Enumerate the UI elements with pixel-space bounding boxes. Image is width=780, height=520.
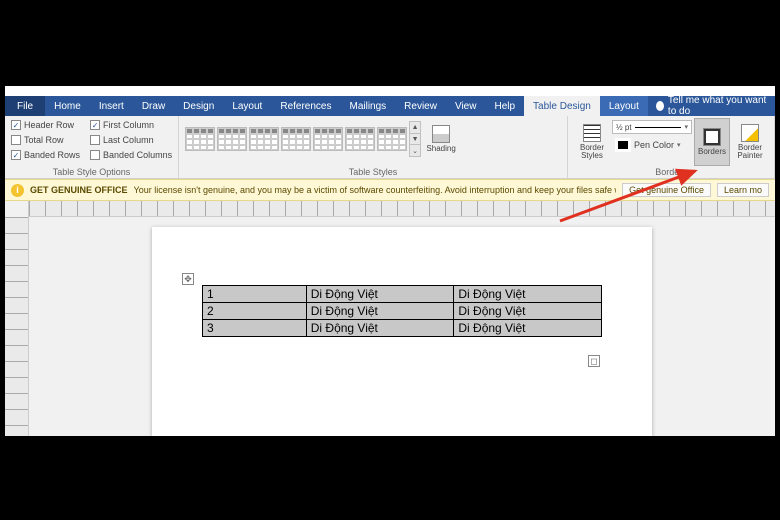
document-table[interactable]: 1 Di Động Việt Di Động Việt 2 Di Động Vi… (202, 285, 602, 337)
style-thumb[interactable] (185, 127, 215, 151)
shading-icon (432, 125, 450, 143)
ribbon: Header Row Total Row Banded Rows First C… (5, 116, 775, 179)
border-painter-icon (741, 124, 759, 142)
chk-banded-columns[interactable]: Banded Columns (90, 148, 172, 162)
style-thumb[interactable] (281, 127, 311, 151)
group-table-style-options: Header Row Total Row Banded Rows First C… (5, 116, 179, 178)
tab-file[interactable]: File (5, 96, 45, 116)
titlebar (5, 86, 775, 96)
table-row: 3 Di Động Việt Di Động Việt (203, 320, 602, 337)
chk-last-column[interactable]: Last Column (90, 133, 172, 147)
borders-button[interactable]: Borders (694, 118, 730, 166)
style-thumb[interactable] (345, 127, 375, 151)
tab-table-design[interactable]: Table Design (524, 96, 600, 116)
table-cell[interactable]: 2 (203, 303, 307, 320)
table-cell[interactable]: Di Động Việt (306, 286, 454, 303)
tab-context-layout[interactable]: Layout (600, 96, 648, 116)
table-row: 1 Di Động Việt Di Động Việt (203, 286, 602, 303)
ruler-bar (5, 201, 775, 217)
border-styles-icon (583, 124, 601, 142)
msg-title: GET GENUINE OFFICE (30, 185, 128, 195)
shading-button[interactable]: Shading (423, 115, 459, 163)
tab-draw[interactable]: Draw (133, 96, 174, 116)
table-cell[interactable]: Di Động Việt (306, 303, 454, 320)
msg-body: Your license isn't genuine, and you may … (134, 185, 617, 195)
tab-design[interactable]: Design (174, 96, 223, 116)
group-table-styles: ▲▼⌄ Shading Table Styles (179, 116, 568, 178)
chk-header-row[interactable]: Header Row (11, 118, 80, 132)
chk-banded-rows[interactable]: Banded Rows (11, 148, 80, 162)
table-cell[interactable]: Di Động Việt (454, 286, 602, 303)
tab-review[interactable]: Review (395, 96, 446, 116)
document-page[interactable]: ✥ 1 Di Động Việt Di Động Việt 2 Di Động … (152, 227, 652, 436)
tab-references[interactable]: References (271, 96, 340, 116)
pen-weight-select[interactable]: ½ pt▾ (612, 120, 692, 134)
table-cell[interactable]: 3 (203, 320, 307, 337)
vertical-ruler[interactable] (5, 217, 29, 436)
tab-mailings[interactable]: Mailings (340, 96, 395, 116)
tab-home[interactable]: Home (45, 96, 90, 116)
tell-me-label: Tell me what you want to do (668, 95, 767, 117)
horizontal-ruler[interactable] (29, 201, 775, 217)
table-cell[interactable]: 1 (203, 286, 307, 303)
word-window: File Home Insert Draw Design Layout Refe… (5, 86, 775, 436)
table-row: 2 Di Động Việt Di Động Việt (203, 303, 602, 320)
ribbon-tabs: File Home Insert Draw Design Layout Refe… (5, 96, 775, 116)
table-cell[interactable]: Di Động Việt (454, 320, 602, 337)
warning-icon: i (11, 184, 24, 197)
lightbulb-icon (656, 101, 664, 111)
table-cell[interactable]: Di Động Việt (306, 320, 454, 337)
learn-more-button[interactable]: Learn mo (717, 183, 769, 197)
style-thumb[interactable] (377, 127, 407, 151)
pen-color-button[interactable]: Pen Color▾ (612, 136, 692, 154)
tab-view[interactable]: View (446, 96, 486, 116)
tab-insert[interactable]: Insert (90, 96, 133, 116)
group-borders: Border Styles ½ pt▾ Pen Color▾ Borders B… (568, 116, 775, 178)
get-genuine-button[interactable]: Get genuine Office (622, 183, 711, 197)
style-thumb[interactable] (249, 127, 279, 151)
table-styles-gallery[interactable]: ▲▼⌄ Shading (185, 118, 561, 160)
chk-first-column[interactable]: First Column (90, 118, 172, 132)
borders-icon (703, 128, 721, 146)
group-label-borders: Borders (574, 167, 768, 178)
border-painter-button[interactable]: Border Painter (732, 118, 768, 166)
pen-color-swatch (618, 141, 628, 149)
table-move-handle[interactable]: ✥ (182, 273, 194, 285)
style-thumb[interactable] (313, 127, 343, 151)
message-bar: i GET GENUINE OFFICE Your license isn't … (5, 179, 775, 201)
style-thumb[interactable] (217, 127, 247, 151)
workspace: ✥ 1 Di Động Việt Di Động Việt 2 Di Động … (5, 217, 775, 436)
gallery-scroll[interactable]: ▲▼⌄ (409, 121, 421, 157)
group-label-styles: Table Styles (185, 167, 561, 178)
table-cell[interactable]: Di Động Việt (454, 303, 602, 320)
tab-layout[interactable]: Layout (223, 96, 271, 116)
group-label-options: Table Style Options (11, 167, 172, 178)
border-styles-button[interactable]: Border Styles (574, 118, 610, 166)
table-resize-handle[interactable]: ◻ (588, 355, 600, 367)
tab-help[interactable]: Help (485, 96, 524, 116)
tell-me[interactable]: Tell me what you want to do (648, 96, 775, 116)
chk-total-row[interactable]: Total Row (11, 133, 80, 147)
